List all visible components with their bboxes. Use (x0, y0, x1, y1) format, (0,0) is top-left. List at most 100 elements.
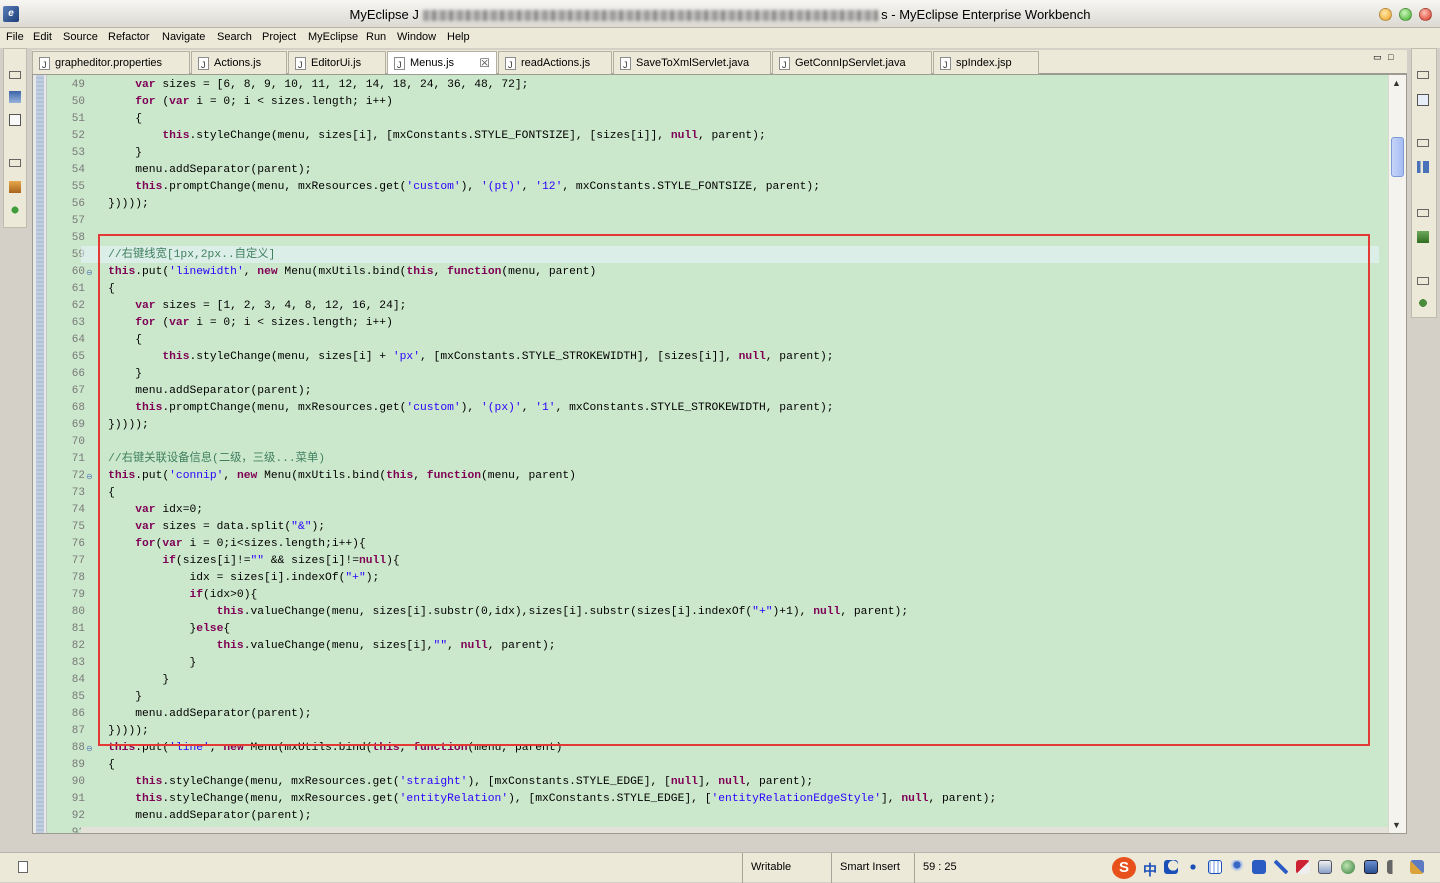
monitor-icon[interactable] (1364, 860, 1378, 874)
restore-icon[interactable] (9, 71, 21, 79)
code-line[interactable]: { (81, 281, 115, 298)
scroll-down-icon[interactable]: ▼ (1392, 820, 1401, 830)
code-line[interactable]: idx = sizes[i].indexOf("+"); (81, 570, 379, 587)
menu-window[interactable]: Window (397, 31, 436, 43)
skin-shirt-icon[interactable] (1252, 860, 1266, 874)
code-line[interactable]: for (var i = 0; i < sizes.length; i++) (81, 94, 393, 111)
code-line[interactable]: var sizes = [6, 8, 9, 10, 11, 12, 14, 18… (81, 77, 528, 94)
restore-icon-right[interactable] (1417, 71, 1429, 79)
servers-icon[interactable] (1417, 231, 1429, 243)
menu-file[interactable]: File (6, 31, 24, 43)
code-line[interactable]: this.promptChange(menu, mxResources.get(… (81, 179, 820, 196)
code-line[interactable]: }else{ (81, 621, 230, 638)
code-line[interactable]: this.styleChange(menu, sizes[i] + 'px', … (81, 349, 833, 366)
code-line[interactable]: menu.addSeparator(parent); (81, 383, 311, 400)
keyboard-icon[interactable] (1208, 860, 1222, 874)
tab-menus-js[interactable]: Menus.js ☒ (387, 51, 497, 76)
code-line[interactable]: this.styleChange(menu, mxResources.get('… (81, 774, 813, 791)
user-icon[interactable] (1230, 860, 1244, 874)
code-line[interactable]: this.valueChange(menu, sizes[i],"", null… (81, 638, 556, 655)
code-line[interactable]: this.promptChange(menu, mxResources.get(… (81, 400, 833, 417)
code-line[interactable]: this.put('linewidth', new Menu(mxUtils.b… (81, 264, 596, 281)
tools-wrench-icon[interactable] (1274, 860, 1288, 874)
close-tab-icon[interactable]: ☒ (479, 52, 490, 74)
code-line[interactable]: })))); (81, 417, 149, 434)
menu-search[interactable]: Search (217, 31, 252, 43)
volume-icon[interactable] (1387, 860, 1401, 874)
code-line[interactable]: { (81, 485, 115, 502)
code-line[interactable]: this.put('connip', new Menu(mxUtils.bind… (81, 468, 576, 485)
menu-source[interactable]: Source (63, 31, 98, 43)
code-line[interactable]: this.put('line', new Menu(mxUtils.bind(t… (81, 740, 562, 757)
tab-readactions-js[interactable]: readActions.js (498, 51, 612, 76)
code-line[interactable]: var sizes = [1, 2, 3, 4, 8, 12, 16, 24]; (81, 298, 406, 315)
code-line[interactable]: for(var i = 0;i<sizes.length;i++){ (81, 536, 366, 553)
menu-edit[interactable]: Edit (33, 31, 52, 43)
tab-spindex-jsp[interactable]: spIndex.jsp (933, 51, 1039, 76)
network-globe-icon[interactable] (1341, 860, 1355, 874)
menu-myeclipse[interactable]: MyEclipse (308, 31, 358, 43)
restore-icon-right-3[interactable] (1417, 209, 1429, 217)
code-line[interactable]: if(sizes[i]!="" && sizes[i]!=null){ (81, 553, 399, 570)
tab-actions-js[interactable]: Actions.js (191, 51, 287, 76)
code-line[interactable]: //右键关联设备信息(二级，三级...菜单) (81, 451, 325, 468)
menu-run[interactable]: Run (366, 31, 386, 43)
half-width-moon-icon[interactable] (1164, 860, 1178, 874)
code-line[interactable]: this.valueChange(menu, sizes[i].substr(0… (81, 604, 909, 621)
outline-icon[interactable] (9, 204, 21, 216)
fast-view-icon[interactable] (18, 861, 28, 873)
code-line[interactable]: } (81, 689, 142, 706)
tray-tool-icon[interactable] (1410, 860, 1424, 874)
maximize-button[interactable] (1399, 8, 1412, 21)
code-line[interactable]: for (var i = 0; i < sizes.length; i++) (81, 315, 393, 332)
tab-editorui-js[interactable]: EditorUi.js (288, 51, 386, 76)
debug-icon[interactable] (1417, 297, 1429, 309)
minimize-button[interactable] (1379, 8, 1392, 21)
code-line[interactable]: } (81, 145, 142, 162)
package-explorer-icon[interactable] (9, 91, 21, 103)
menu-refactor[interactable]: Refactor (108, 31, 150, 43)
outline-view-icon[interactable] (1417, 94, 1429, 106)
code-line[interactable]: if(idx>0){ (81, 587, 257, 604)
code-line[interactable]: menu.addSeparator(parent); (81, 808, 311, 825)
code-line[interactable]: } (81, 655, 196, 672)
restore-icon-2[interactable] (9, 159, 21, 167)
sogou-ime-icon[interactable]: S (1112, 857, 1136, 879)
menu-help[interactable]: Help (447, 31, 470, 43)
code-line[interactable]: this.styleChange(menu, mxResources.get('… (81, 791, 996, 808)
code-line[interactable]: { (81, 332, 142, 349)
code-line[interactable]: this.styleChange(menu, sizes[i], [mxCons… (81, 128, 765, 145)
code-line[interactable]: var sizes = data.split("&"); (81, 519, 325, 536)
maximize-editor-icon[interactable]: □ (1388, 52, 1393, 62)
code-line[interactable]: var idx=0; (81, 502, 203, 519)
minimize-editor-icon[interactable]: ▭ (1373, 52, 1382, 63)
code-line[interactable]: { (81, 111, 142, 128)
code-area[interactable]: var sizes = [6, 8, 9, 10, 11, 12, 14, 18… (81, 75, 1379, 833)
ime-language-text[interactable]: 中 (1143, 860, 1157, 880)
code-line[interactable]: menu.addSeparator(parent); (81, 706, 311, 723)
tab-savetoxmlservlet-java[interactable]: SaveToXmlServlet.java (613, 51, 771, 76)
code-line[interactable]: menu.addSeparator(parent); (81, 162, 311, 179)
tab-grapheditor-properties[interactable]: grapheditor.properties (32, 51, 190, 76)
navigator-icon[interactable] (9, 114, 21, 126)
punctuation-icon[interactable] (1186, 860, 1200, 874)
tray-app-icon-2[interactable] (1318, 860, 1332, 874)
code-line[interactable]: { (81, 757, 115, 774)
vertical-scrollbar[interactable]: ▲ ▼ (1388, 75, 1406, 833)
close-button[interactable] (1419, 8, 1432, 21)
code-line[interactable]: })))); (81, 196, 149, 213)
code-line[interactable]: //右键线宽[1px,2px..自定义] (81, 247, 275, 264)
horizontal-scrollbar[interactable] (81, 827, 1388, 833)
tab-getconnipservlet-java[interactable]: GetConnIpServlet.java (772, 51, 932, 76)
scroll-up-icon[interactable]: ▲ (1392, 78, 1401, 88)
code-line[interactable]: } (81, 672, 169, 689)
restore-icon-right-2[interactable] (1417, 139, 1429, 147)
menu-project[interactable]: Project (262, 31, 296, 43)
tray-app-icon-1[interactable] (1296, 860, 1310, 874)
restore-icon-right-4[interactable] (1417, 277, 1429, 285)
scrollbar-thumb[interactable] (1391, 137, 1404, 177)
code-line[interactable]: })))); (81, 723, 149, 740)
code-line[interactable]: } (81, 366, 142, 383)
code-editor[interactable]: 49 50 51 52 53 54 55 56 57 58 59 60 ⊖ 61 62 63 64 65 66 67 6… (32, 74, 1407, 834)
structure-icon[interactable] (1417, 161, 1429, 173)
